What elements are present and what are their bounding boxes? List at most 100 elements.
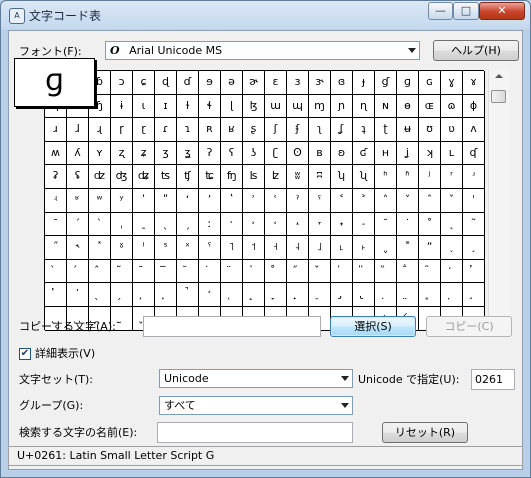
character-cell[interactable]: ̡ [331,283,353,307]
character-cell[interactable]: ɩ [133,94,155,119]
advanced-view-checkbox[interactable]: ✔ [19,348,31,360]
character-cell[interactable]: ̠ [309,283,331,307]
character-cell[interactable]: ˜ [463,212,485,237]
character-cell[interactable]: ɰ [287,94,309,119]
character-cell[interactable]: ́ [67,259,89,284]
character-cell[interactable]: ɨ [111,94,133,119]
character-cell[interactable]: ˥ [221,236,243,260]
help-button[interactable]: ヘルプ(H) [433,40,519,61]
character-cell[interactable]: ɖ [155,71,177,95]
character-cell[interactable]: ˨ [287,236,309,260]
character-cell[interactable]: ʿ [265,188,287,213]
character-cell[interactable]: ʮ [331,165,353,189]
character-cell[interactable]: ̓ [463,259,485,284]
character-cell[interactable]: ɺ [67,118,89,142]
character-cell[interactable]: ɽ [133,118,155,142]
character-cell[interactable]: ʪ [243,165,265,189]
minimize-button[interactable]: — [428,2,453,20]
character-cell[interactable]: ˘ [375,212,397,237]
character-cell[interactable]: ʬ [287,165,309,189]
character-cell[interactable]: ˒ [243,212,265,237]
character-cell[interactable]: ɞ [331,71,353,95]
character-cell[interactable]: ˏ [177,212,199,237]
character-cell[interactable]: ˗ [353,212,375,237]
character-cell[interactable]: ɔ [111,71,133,95]
advanced-view-label[interactable]: 詳細表示(V) [35,347,95,361]
character-cell[interactable]: ɲ [331,94,353,119]
character-cell[interactable]: ˟ [89,236,111,260]
character-cell[interactable]: ʭ [309,165,331,189]
character-cell[interactable]: ̞ [265,283,287,307]
character-cell[interactable]: ˈ [463,188,485,213]
character-cell[interactable]: ʍ [45,141,67,166]
character-cell[interactable]: ̐ [397,259,419,284]
character-cell[interactable]: ɸ [463,94,485,119]
character-cell[interactable]: ʸ [111,188,133,213]
character-cell[interactable]: ʐ [111,141,133,166]
character-cell[interactable]: ɴ [375,94,397,119]
character-cell[interactable]: ˂ [331,188,353,213]
character-cell[interactable]: ˅ [397,188,419,213]
character-cell[interactable]: ˦ [243,236,265,260]
character-cell[interactable]: ɡ [397,71,419,95]
character-cell[interactable]: ʣ [89,165,111,189]
character-cell[interactable]: ˬ [375,236,397,260]
character-cell[interactable]: ̚ [177,283,199,307]
reset-button[interactable]: リセット(R) [382,422,468,443]
character-cell[interactable]: ̅ [155,259,177,284]
character-cell[interactable]: ˀ [287,188,309,213]
character-cell[interactable]: ʏ [89,141,111,166]
character-cell[interactable]: ˍ [133,212,155,237]
character-cell[interactable]: ̊ [265,259,287,284]
character-cell[interactable]: ˠ [111,236,133,260]
group-select[interactable]: すべて [159,396,353,415]
character-cell[interactable]: ̖ [89,283,111,307]
character-cell[interactable]: ɕ [133,71,155,95]
character-cell[interactable]: ʄ [287,118,309,142]
character-cell[interactable]: ˉ [45,212,67,237]
character-cell[interactable]: ʞ [419,141,441,166]
character-cell[interactable]: ̢ [353,283,375,307]
search-input[interactable] [157,422,353,443]
character-cell[interactable]: ʇ [353,118,375,142]
character-cell[interactable]: ʰ [375,165,397,189]
character-cell[interactable]: ʩ [221,165,243,189]
character-cell[interactable]: ˰ [463,236,485,260]
character-cell[interactable]: ʽ [221,188,243,213]
character-cell[interactable]: ˡ [133,236,155,260]
character-cell[interactable]: ʧ [177,165,199,189]
character-cell[interactable]: ˌ [111,212,133,237]
character-cell[interactable]: ʡ [45,165,67,189]
font-select[interactable]: O Arial Unicode MS [105,41,420,60]
character-cell[interactable]: ̀ [45,259,67,284]
character-cell[interactable]: ʯ [353,165,375,189]
character-cell[interactable]: ̒ [441,259,463,284]
character-cell[interactable]: ʨ [199,165,221,189]
character-cell[interactable]: ̣ [375,283,397,307]
character-cell[interactable]: ɗ [177,71,199,95]
character-cell[interactable]: ʑ [133,141,155,166]
character-cell[interactable]: ̄ [133,259,155,284]
character-cell[interactable]: ʉ [397,118,419,142]
character-cell[interactable]: ̂ [89,259,111,284]
character-cell[interactable]: ʹ [133,188,155,213]
character-cell[interactable]: ʎ [67,141,89,166]
copy-button[interactable]: コピー(C) [426,316,512,337]
character-cell[interactable]: ˖ [331,212,353,237]
character-cell[interactable]: ̥ [419,283,441,307]
character-cell[interactable]: ˄ [375,188,397,213]
character-cell[interactable]: ɤ [463,71,485,95]
character-cell[interactable]: ʁ [221,118,243,142]
character-cell[interactable]: ˇ [441,188,463,213]
character-cell[interactable]: ɬ [199,94,221,119]
character-cell[interactable]: ˑ [221,212,243,237]
character-cell[interactable]: ̔ [45,283,67,307]
character-cell[interactable]: ɭ [221,94,243,119]
character-cell[interactable]: ʶ [67,188,89,213]
character-cell[interactable]: ʱ [397,165,419,189]
character-cell[interactable]: ɶ [419,94,441,119]
character-cell[interactable]: ˩ [309,236,331,260]
title-bar[interactable]: A 文字コード表 — □ ✕ [1,1,530,29]
character-cell[interactable]: ʚ [331,141,353,166]
character-cell[interactable]: ˤ [199,236,221,260]
